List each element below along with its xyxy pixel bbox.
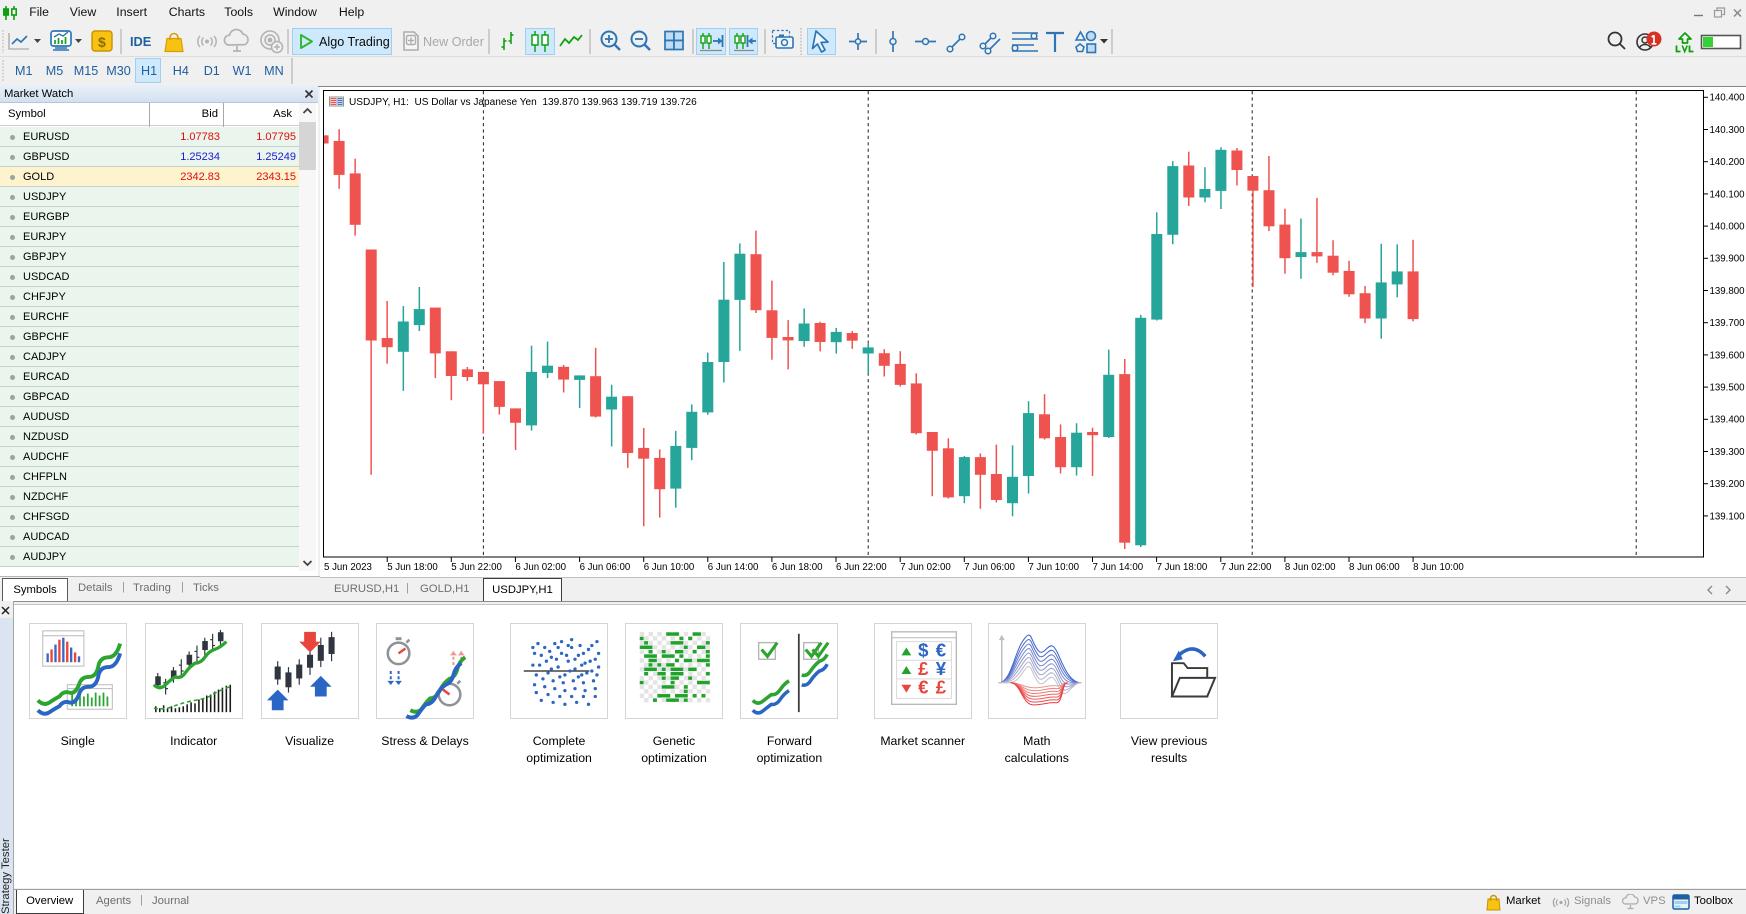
svg-text:6 Jun 18:00: 6 Jun 18:00 [772, 562, 823, 573]
svg-text:139.200: 139.200 [1710, 479, 1746, 490]
svg-text:8 Jun 10:00: 8 Jun 10:00 [1413, 562, 1464, 573]
svg-text:7 Jun 10:00: 7 Jun 10:00 [1028, 562, 1079, 573]
svg-text:7 Jun 02:00: 7 Jun 02:00 [900, 562, 951, 573]
svg-text:5 Jun 22:00: 5 Jun 22:00 [451, 562, 502, 573]
svg-text:6 Jun 06:00: 6 Jun 06:00 [580, 562, 631, 573]
svg-text:£: £ [935, 676, 946, 697]
svg-text:139.700: 139.700 [1710, 318, 1746, 329]
svg-text:6 Jun 14:00: 6 Jun 14:00 [708, 562, 759, 573]
svg-text:139.400: 139.400 [1710, 415, 1746, 426]
svg-text:6 Jun 10:00: 6 Jun 10:00 [644, 562, 695, 573]
svg-text:7 Jun 06:00: 7 Jun 06:00 [964, 562, 1015, 573]
svg-text:8 Jun 06:00: 8 Jun 06:00 [1349, 562, 1400, 573]
svg-text:139.300: 139.300 [1710, 447, 1746, 458]
svg-text:139.100: 139.100 [1710, 511, 1746, 522]
svg-text:€: € [918, 676, 929, 697]
svg-text:7 Jun 22:00: 7 Jun 22:00 [1221, 562, 1272, 573]
svg-text:140.200: 140.200 [1710, 157, 1746, 168]
svg-text:5 Jun 18:00: 5 Jun 18:00 [387, 562, 438, 573]
svg-text:140.300: 140.300 [1710, 125, 1746, 136]
svg-text:140.000: 140.000 [1710, 222, 1746, 233]
svg-text:6 Jun 02:00: 6 Jun 02:00 [515, 562, 566, 573]
svg-text:139.800: 139.800 [1710, 286, 1746, 297]
svg-text:139.600: 139.600 [1710, 350, 1746, 361]
svg-text:139.900: 139.900 [1710, 254, 1746, 265]
svg-text:7 Jun 18:00: 7 Jun 18:00 [1157, 562, 1208, 573]
svg-text:140.100: 140.100 [1710, 189, 1746, 200]
svg-text:7 Jun 14:00: 7 Jun 14:00 [1093, 562, 1144, 573]
svg-text:8 Jun 02:00: 8 Jun 02:00 [1285, 562, 1336, 573]
svg-text:USDJPY, H1: US Dollar vs Japa: USDJPY, H1: US Dollar vs Japanese Yen 13… [349, 97, 697, 108]
svg-text:139.500: 139.500 [1710, 383, 1746, 394]
svg-text:5 Jun 2023: 5 Jun 2023 [324, 562, 372, 573]
svg-text:6 Jun 22:00: 6 Jun 22:00 [836, 562, 887, 573]
svg-text:140.400: 140.400 [1710, 93, 1746, 104]
